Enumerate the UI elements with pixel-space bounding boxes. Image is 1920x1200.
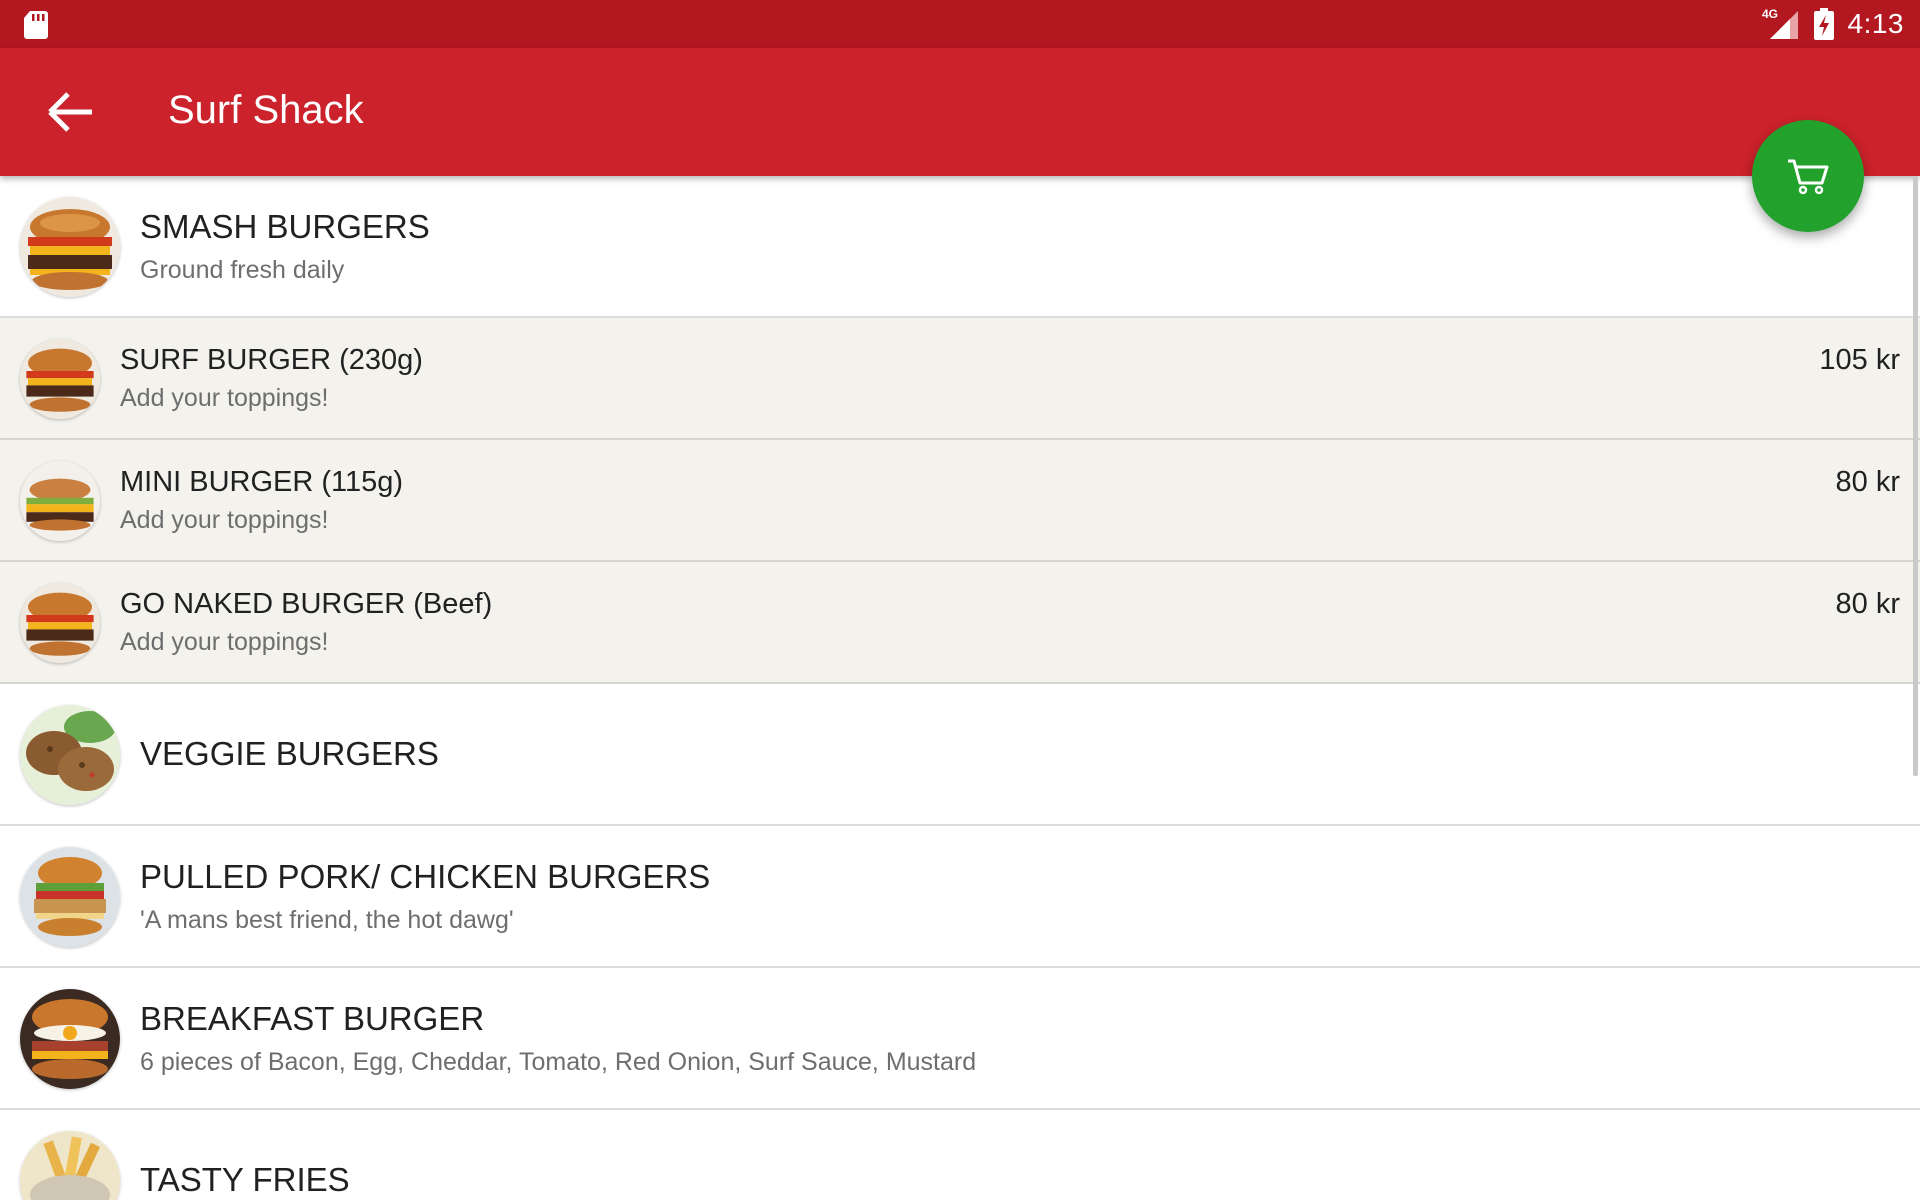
burger-image [20, 583, 100, 663]
item-description: Add your toppings! [120, 628, 329, 656]
battery-charging-icon [1813, 8, 1834, 40]
menu-item-row[interactable]: GO NAKED BURGER (Beef) Add your toppings… [0, 562, 1920, 684]
category-title: VEGGIE BURGERS [140, 735, 439, 772]
signal-icon: 4G [1762, 7, 1798, 39]
item-price: 105 kr [1819, 344, 1900, 376]
menu-list: SMASH BURGERS Ground fresh daily SURF BU… [0, 176, 1920, 1200]
back-arrow-icon[interactable] [40, 85, 104, 139]
category-row-smash-burgers[interactable]: SMASH BURGERS Ground fresh daily [0, 176, 1920, 318]
menu-item-row[interactable]: MINI BURGER (115g) Add your toppings! 80… [0, 440, 1920, 562]
status-bar: 4G 4:13 [0, 0, 1920, 48]
category-title: SMASH BURGERS [140, 208, 430, 245]
status-clock: 4:13 [1847, 8, 1904, 39]
category-row-pulled-pork-chicken-burgers[interactable]: PULLED PORK/ CHICKEN BURGERS 'A mans bes… [0, 826, 1920, 968]
menu-item-row[interactable]: SURF BURGER (230g) Add your toppings! 10… [0, 318, 1920, 440]
category-row-tasty-fries[interactable]: TASTY FRIES [0, 1110, 1920, 1200]
category-title: PULLED PORK/ CHICKEN BURGERS [140, 858, 711, 895]
burger-image [20, 339, 100, 419]
category-row-breakfast-burger[interactable]: BREAKFAST BURGER 6 pieces of Bacon, Egg,… [0, 968, 1920, 1110]
status-icons: 4G 4:13 [1762, 0, 1905, 48]
app-bar: Surf Shack [0, 48, 1920, 176]
item-name: GO NAKED BURGER (Beef) [120, 588, 493, 620]
burger-image [20, 461, 100, 541]
cart-button[interactable] [1752, 120, 1864, 232]
item-name: SURF BURGER (230g) [120, 344, 423, 376]
item-description: Add your toppings! [120, 384, 329, 412]
burger-image [20, 197, 120, 297]
category-row-veggie-burgers[interactable]: VEGGIE BURGERS [0, 684, 1920, 826]
fries-image [20, 1131, 120, 1200]
page-title: Surf Shack [168, 88, 364, 132]
category-subtitle: 'A mans best friend, the hot dawg' [140, 906, 514, 934]
item-price: 80 kr [1835, 588, 1900, 620]
sd-card-icon [24, 11, 48, 39]
cart-icon [1788, 159, 1829, 195]
item-description: Add your toppings! [120, 506, 329, 534]
category-subtitle: Ground fresh daily [140, 256, 345, 284]
category-subtitle: 6 pieces of Bacon, Egg, Cheddar, Tomato,… [140, 1048, 977, 1076]
item-name: MINI BURGER (115g) [120, 466, 404, 498]
network-type-label: 4G [1762, 7, 1778, 21]
category-title: TASTY FRIES [140, 1161, 350, 1198]
category-title: BREAKFAST BURGER [140, 1000, 485, 1037]
scrollbar[interactable] [1913, 176, 1918, 776]
item-price: 80 kr [1835, 466, 1900, 498]
pulled-pork-burger-image [20, 847, 120, 947]
breakfast-burger-image [20, 989, 120, 1089]
veggie-burger-image [20, 705, 120, 805]
